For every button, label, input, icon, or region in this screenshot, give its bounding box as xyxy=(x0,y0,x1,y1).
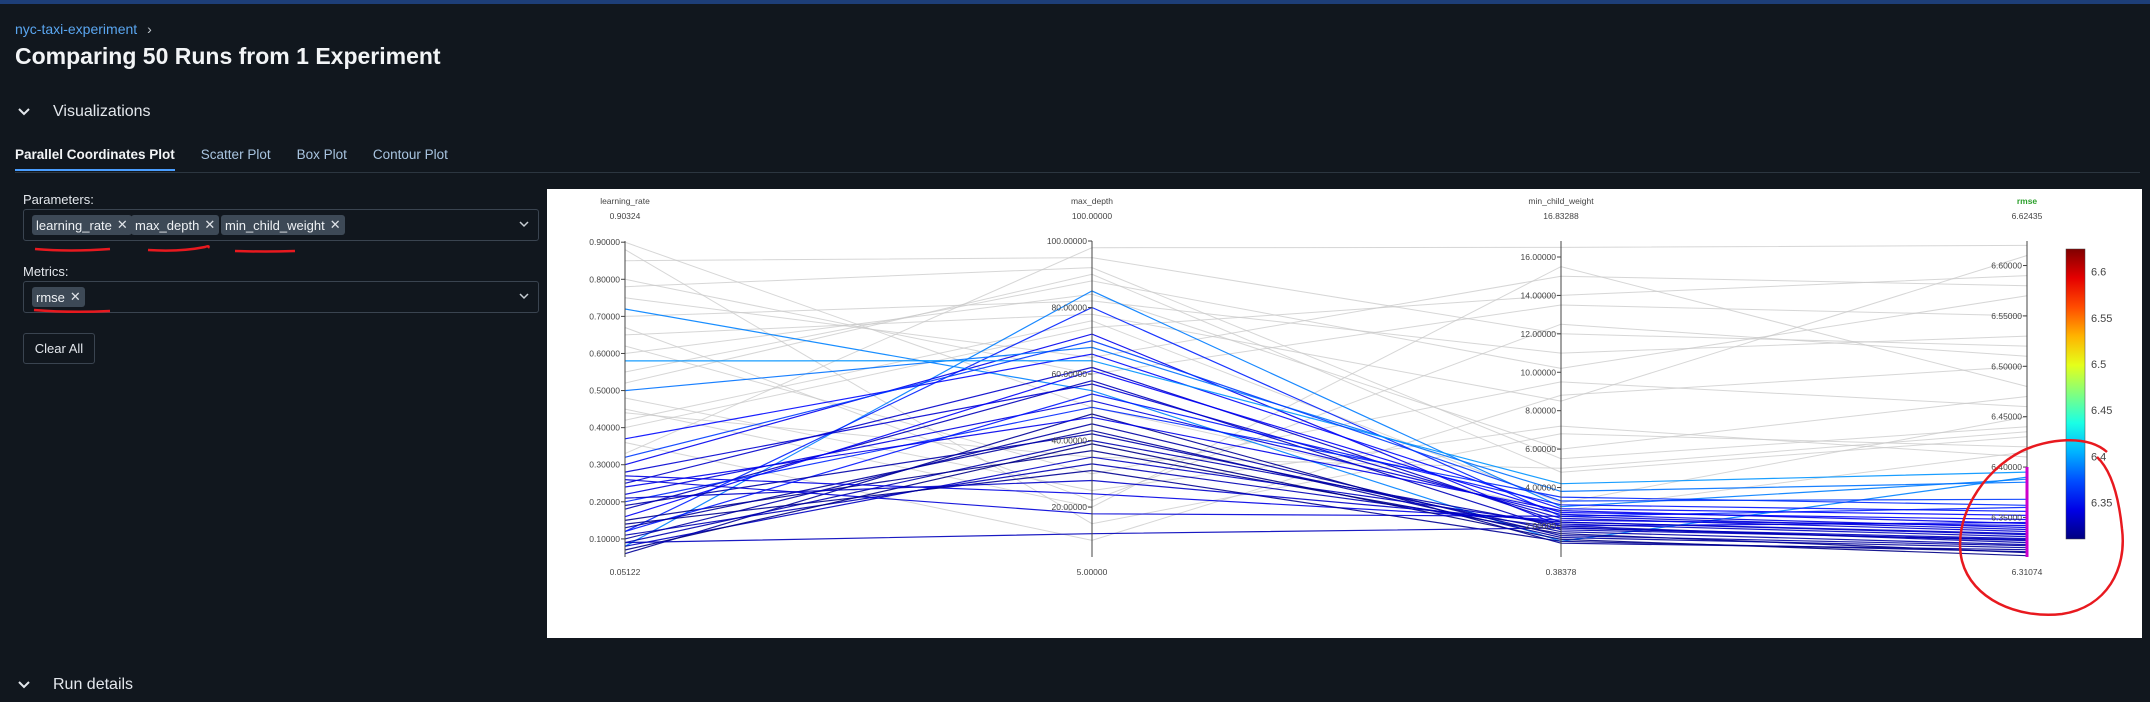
axis-tick-label: 8.00000 xyxy=(1525,406,1556,416)
axis-max-label: 6.62435 xyxy=(2012,211,2043,221)
metrics-label: Metrics: xyxy=(23,264,69,279)
axis-tick-label: 0.40000 xyxy=(589,423,620,433)
visualizations-title: Visualizations xyxy=(53,103,151,120)
chevron-down-icon[interactable] xyxy=(518,290,530,302)
remove-chip-icon[interactable]: ✕ xyxy=(330,217,341,233)
remove-chip-icon[interactable]: ✕ xyxy=(70,289,81,305)
annotation-underline-metrics xyxy=(33,308,111,314)
axis-tick-label: 80.00000 xyxy=(1052,303,1088,313)
colorbar-tick-label: 6.6 xyxy=(2091,267,2106,279)
axis-tick-label: 10.00000 xyxy=(1521,367,1557,377)
axis-tick-label: 6.35000 xyxy=(1991,512,2022,522)
colorbar-tick-label: 6.35 xyxy=(2091,498,2112,510)
axis-max-label: 16.83288 xyxy=(1543,211,1579,221)
parallel-coordinates-chart[interactable]: learning_rate 0.90324 0.05122 0.10000 0.2000… xyxy=(547,189,2142,638)
chip-label: rmse xyxy=(36,289,65,305)
axis-tick-label: 6.45000 xyxy=(1991,412,2022,422)
axis-tick-label: 16.00000 xyxy=(1521,252,1557,262)
remove-chip-icon[interactable]: ✕ xyxy=(204,217,215,233)
colorbar-tick-label: 6.5 xyxy=(2091,359,2106,371)
chip-label: max_depth xyxy=(135,217,200,233)
param-chip-min-child-weight: min_child_weight ✕ xyxy=(221,215,345,235)
colorbar-tick-label: 6.55 xyxy=(2091,313,2112,325)
run-line-filtered xyxy=(624,241,2028,512)
axis-tick-label: 20.00000 xyxy=(1052,502,1088,512)
axis-title: learning_rate xyxy=(600,196,650,206)
page-title: Comparing 50 Runs from 1 Experiment xyxy=(15,43,441,69)
run-line-filtered xyxy=(624,323,2028,502)
tab-contour-plot[interactable]: Contour Plot xyxy=(373,147,448,171)
chevron-down-icon xyxy=(18,108,30,116)
tab-scatter-plot[interactable]: Scatter Plot xyxy=(201,147,271,171)
run-details-section-toggle[interactable]: Run details xyxy=(15,676,133,694)
axis-tick-label: 0.80000 xyxy=(589,274,620,284)
tab-box-plot[interactable]: Box Plot xyxy=(297,147,347,171)
axis-tick-label: 0.50000 xyxy=(589,386,620,396)
chip-label: learning_rate xyxy=(36,217,112,233)
axis-tick-label: 0.20000 xyxy=(589,497,620,507)
visualizations-section-toggle[interactable]: Visualizations xyxy=(15,103,151,121)
axis-title: rmse xyxy=(2017,196,2038,206)
run-line-filtered xyxy=(624,266,2028,508)
axis-tick-label: 2.00000 xyxy=(1525,521,1556,531)
colorbar xyxy=(2065,248,2086,540)
chevron-down-icon xyxy=(18,681,30,689)
axis-min-label: 6.31074 xyxy=(2012,567,2043,577)
axis-title: min_child_weight xyxy=(1528,196,1594,206)
axis-tick-label: 0.10000 xyxy=(589,534,620,544)
chip-label: min_child_weight xyxy=(225,217,325,233)
axis-tick-label: 0.60000 xyxy=(589,348,620,358)
breadcrumb-separator: › xyxy=(147,21,152,37)
axis-tick-label: 6.55000 xyxy=(1991,311,2022,321)
annotation-underline-parameters xyxy=(34,244,296,253)
axis-tick-label: 0.70000 xyxy=(589,311,620,321)
breadcrumb: nyc-taxi-experiment › xyxy=(15,21,152,37)
remove-chip-icon[interactable]: ✕ xyxy=(117,217,128,233)
axis-tick-label: 4.00000 xyxy=(1525,483,1556,493)
run-line xyxy=(624,423,2028,547)
axis-tick-label: 6.50000 xyxy=(1991,361,2022,371)
axis-max-label: 100.00000 xyxy=(1072,211,1112,221)
chevron-down-icon[interactable] xyxy=(518,218,530,230)
axis-tick-label: 6.60000 xyxy=(1991,261,2022,271)
axis-min-label: 0.05122 xyxy=(610,567,641,577)
axis-tick-label: 12.00000 xyxy=(1521,329,1557,339)
param-chip-max-depth: max_depth ✕ xyxy=(131,215,220,235)
metric-chip-rmse: rmse ✕ xyxy=(32,287,85,307)
visualization-tabs: Parallel Coordinates Plot Scatter Plot B… xyxy=(15,147,474,171)
run-details-title: Run details xyxy=(53,676,134,693)
top-accent-bar xyxy=(0,0,2150,4)
axis-title: max_depth xyxy=(1071,196,1113,206)
param-chip-learning-rate: learning_rate ✕ xyxy=(32,215,132,235)
axis-tick-label: 100.00000 xyxy=(1047,236,1087,246)
axis-tick-label: 14.00000 xyxy=(1521,290,1557,300)
axis-tick-label: 40.00000 xyxy=(1052,436,1088,446)
axis-min-label: 5.00000 xyxy=(1077,567,1108,577)
breadcrumb-experiment-link[interactable]: nyc-taxi-experiment xyxy=(15,21,137,37)
colorbar-tick-label: 6.45 xyxy=(2091,405,2112,417)
tab-parallel-coordinates[interactable]: Parallel Coordinates Plot xyxy=(15,147,175,171)
parameters-label: Parameters: xyxy=(23,192,94,207)
axis-max-label: 0.90324 xyxy=(610,211,641,221)
axis-tick-label: 0.90000 xyxy=(589,237,620,247)
parallel-coordinates-plot[interactable]: learning_rate 0.90324 0.05122 0.10000 0.2000… xyxy=(547,189,2142,638)
tabs-divider xyxy=(15,172,2140,173)
axis-min-label: 0.38378 xyxy=(1546,567,1577,577)
annotation-circle-rmse xyxy=(1958,439,2124,616)
clear-all-button[interactable]: Clear All xyxy=(23,333,95,364)
axis-tick-label: 60.00000 xyxy=(1052,369,1088,379)
axis-tick-label: 6.00000 xyxy=(1525,444,1556,454)
parameters-select[interactable]: learning_rate ✕ max_depth ✕ min_child_weig… xyxy=(23,209,539,241)
axis-tick-label: 0.30000 xyxy=(589,460,620,470)
